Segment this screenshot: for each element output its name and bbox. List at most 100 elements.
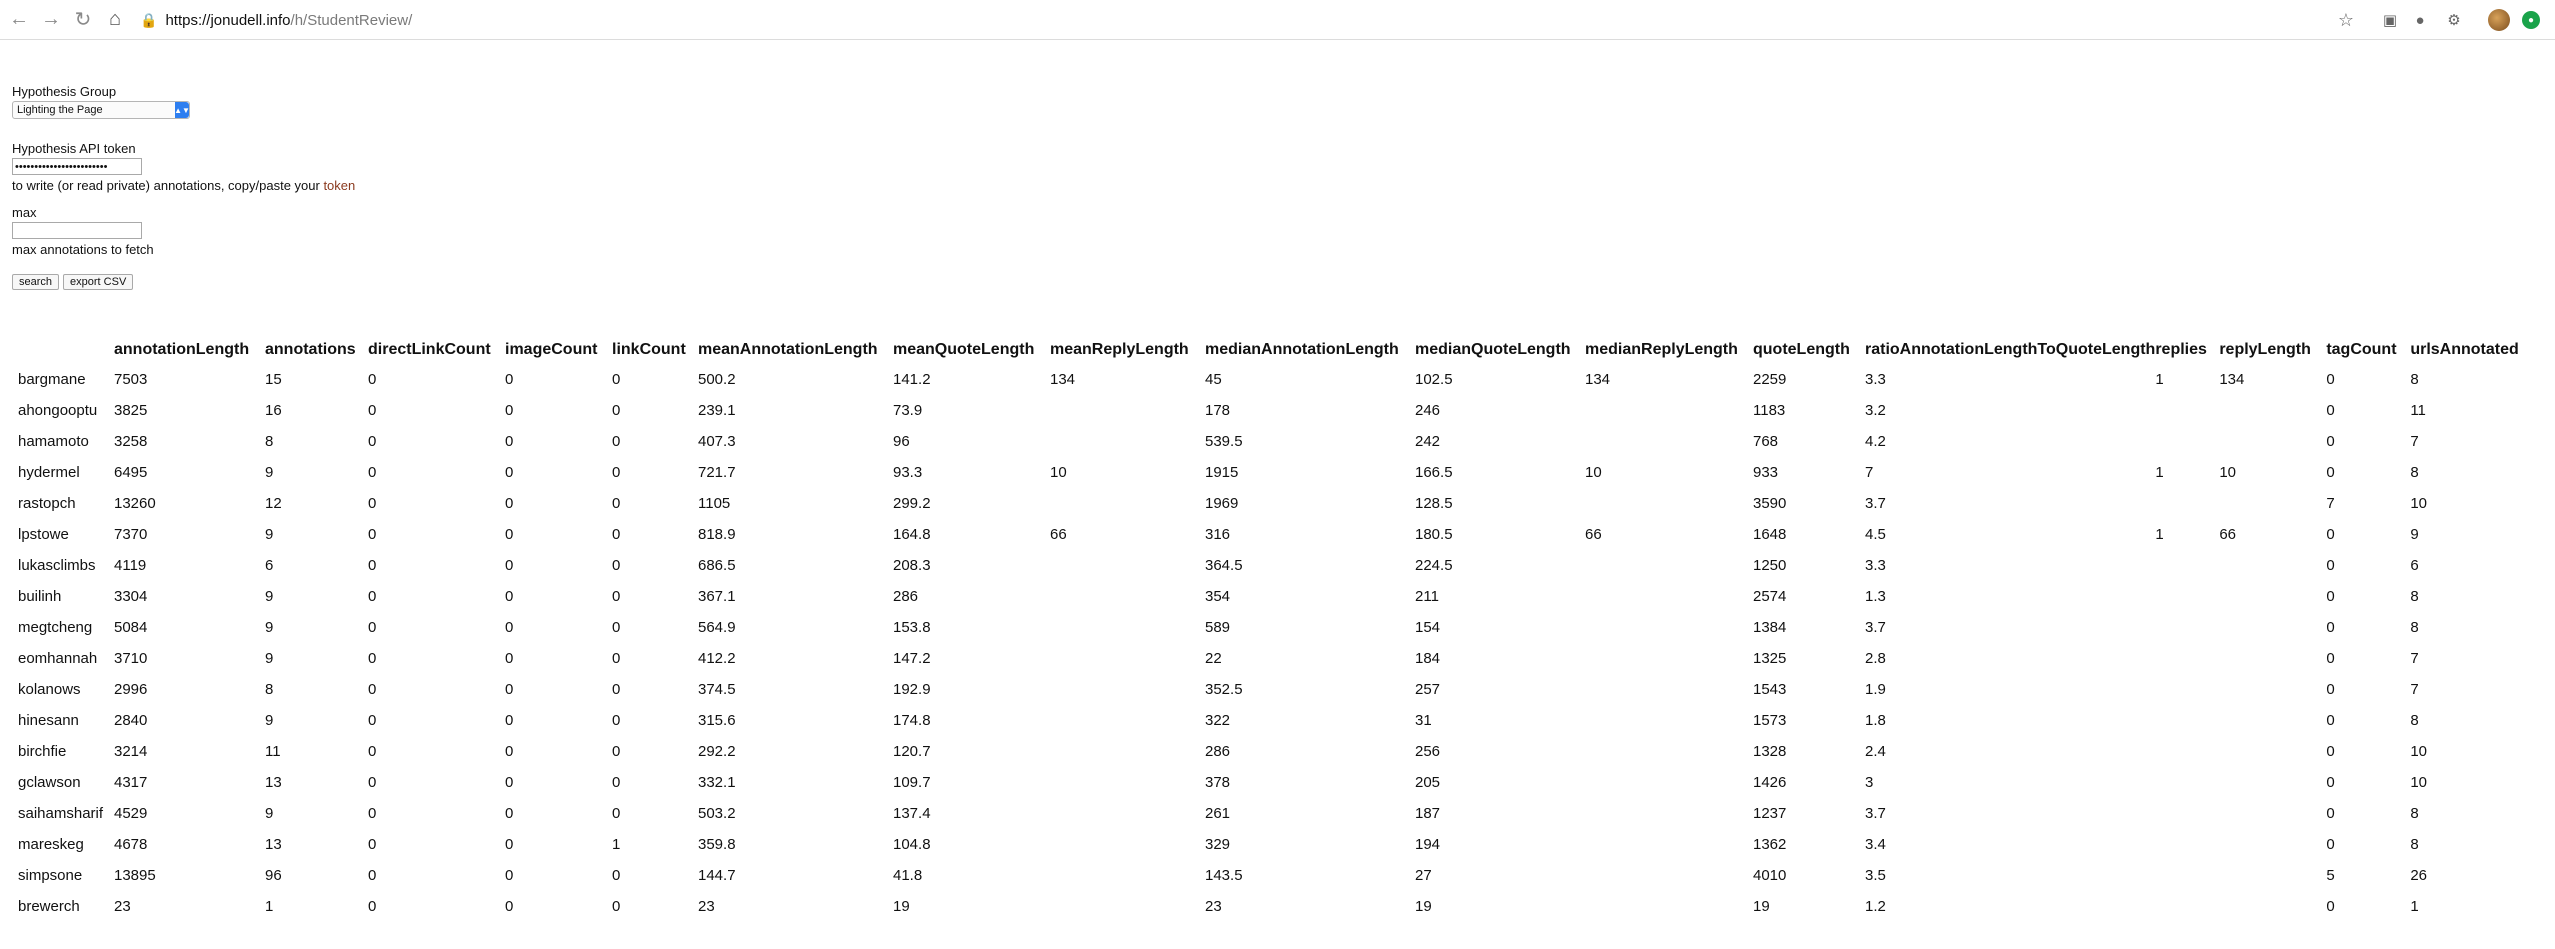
table-cell xyxy=(1585,829,1753,860)
table-cell: 2259 xyxy=(1753,371,1787,388)
table-row: hamamoto 3258 8 0 0 0 407.3 96 539.5 242 768 4.2 0 7 xyxy=(18,426,2522,457)
table-cell: 1325 xyxy=(1753,650,1787,667)
column-header: linkCount xyxy=(612,341,686,358)
table-cell xyxy=(1050,891,1205,922)
table-cell: 154 xyxy=(1415,619,1441,636)
table-cell: 0 xyxy=(2326,898,2335,915)
table-cell: 0 xyxy=(505,681,514,698)
table-cell: 768 xyxy=(1753,433,1779,450)
column-header: replies xyxy=(2155,341,2207,358)
table-cell: 10 xyxy=(2410,774,2427,791)
group-select[interactable]: Lighting the Page ▲▼ xyxy=(12,101,190,119)
table-cell: 96 xyxy=(265,867,282,884)
table-cell xyxy=(1050,705,1205,736)
table-cell: 3825 xyxy=(114,402,148,419)
extension-green-icon[interactable]: ● xyxy=(2522,11,2540,29)
table-cell xyxy=(2155,891,2219,922)
table-cell: 286 xyxy=(893,588,919,605)
table-cell: 0 xyxy=(368,681,377,698)
table-cell xyxy=(1585,767,1753,798)
table-row: megtcheng 5084 9 0 0 0 564.9 153.8 589 154 1384 3.7… xyxy=(18,612,2522,643)
table-cell xyxy=(1585,488,1753,519)
table-cell: 0 xyxy=(368,898,377,915)
table-cell: 166.5 xyxy=(1415,464,1453,481)
table-cell: 0 xyxy=(2326,712,2335,729)
table-cell xyxy=(1050,581,1205,612)
user-cell: simpsone xyxy=(18,867,83,884)
table-cell: 7 xyxy=(2326,495,2335,512)
table-row: ahongooptu 3825 16 0 0 0 239.1 73.9 178 246 1183 3.… xyxy=(18,395,2522,426)
table-cell: 316 xyxy=(1205,526,1231,543)
table-row: gclawson 4317 13 0 0 0 332.1 109.7 378 205 1426 3 0 1… xyxy=(18,767,2522,798)
table-cell xyxy=(1585,395,1753,426)
table-row: kolanows 2996 8 0 0 0 374.5 192.9 352.5 257 1543 1.… xyxy=(18,674,2522,705)
max-input[interactable] xyxy=(12,222,142,239)
table-cell xyxy=(1585,705,1753,736)
table-cell: 184 xyxy=(1415,650,1441,667)
settings-icon[interactable]: ⚙ xyxy=(2444,10,2464,30)
table-cell: 6495 xyxy=(114,464,148,481)
table-cell xyxy=(2219,643,2326,674)
table-cell xyxy=(2155,488,2219,519)
forward-icon[interactable]: → xyxy=(38,7,64,33)
table-cell: 0 xyxy=(368,805,377,822)
table-cell: 4119 xyxy=(114,557,147,574)
bookmark-star-icon[interactable]: ☆ xyxy=(2338,10,2354,31)
reload-icon[interactable]: ↻ xyxy=(70,7,96,33)
table-cell: 22 xyxy=(1205,650,1222,667)
user-cell: hamamoto xyxy=(18,433,89,450)
bulb-icon[interactable]: ● xyxy=(2410,10,2430,30)
table-cell xyxy=(2219,860,2326,891)
column-header: medianAnnotationLength xyxy=(1205,341,1399,358)
table-cell: 352.5 xyxy=(1205,681,1243,698)
table-cell: 137.4 xyxy=(893,805,931,822)
table-cell: 564.9 xyxy=(698,619,736,636)
token-link[interactable]: token xyxy=(323,178,355,193)
table-cell xyxy=(2155,550,2219,581)
table-cell: 686.5 xyxy=(698,557,736,574)
table-cell: 0 xyxy=(2326,681,2335,698)
table-cell: 0 xyxy=(505,433,514,450)
table-cell: 11 xyxy=(2410,402,2426,419)
table-cell xyxy=(2155,395,2219,426)
table-cell: 242 xyxy=(1415,433,1441,450)
table-cell: 0 xyxy=(505,402,514,419)
table-row: brewerch 23 1 0 0 0 23 19 23 19 19 1.2 0 1 xyxy=(18,891,2522,922)
table-cell: 0 xyxy=(2326,619,2335,636)
profile-avatar[interactable] xyxy=(2488,9,2510,31)
column-header: meanReplyLength xyxy=(1050,341,1189,358)
table-cell: 292.2 xyxy=(698,743,736,760)
table-row: mareskeg 4678 13 0 0 1 359.8 104.8 329 194 1362 3.4… xyxy=(18,829,2522,860)
column-header: medianReplyLength xyxy=(1585,341,1738,358)
table-cell: 19 xyxy=(1415,898,1432,915)
table-cell: 0 xyxy=(505,898,514,915)
user-cell: eomhannah xyxy=(18,650,98,667)
user-cell: rastopch xyxy=(18,495,76,512)
query-form: Hypothesis Group Lighting the Page ▲▼ Hy… xyxy=(12,84,355,290)
column-header: tagCount xyxy=(2326,341,2397,358)
table-cell: 0 xyxy=(612,433,621,450)
table-cell: 9 xyxy=(265,805,274,822)
token-input[interactable]: •••••••••••••••••••••••• xyxy=(12,158,142,175)
extension-icon[interactable]: ▣ xyxy=(2380,10,2400,30)
search-button[interactable]: search xyxy=(12,274,60,290)
table-cell: 0 xyxy=(368,557,377,574)
table-cell: 0 xyxy=(505,557,514,574)
back-icon[interactable]: ← xyxy=(6,7,32,33)
table-cell xyxy=(2155,705,2219,736)
table-cell: 208.3 xyxy=(893,557,931,574)
address-bar[interactable]: 🔒 https://jonudell.info/h/StudentReview/… xyxy=(140,7,2364,34)
table-cell: 2996 xyxy=(114,681,148,698)
home-icon[interactable]: ⌂ xyxy=(102,7,128,33)
table-cell: 8 xyxy=(265,681,274,698)
table-cell: 1543 xyxy=(1753,681,1787,698)
table-cell xyxy=(2219,705,2326,736)
table-cell: 0 xyxy=(2326,588,2335,605)
group-label: Hypothesis Group xyxy=(12,84,117,99)
export-csv-button[interactable]: export CSV xyxy=(63,274,134,290)
table-cell: 143.5 xyxy=(1205,867,1243,884)
max-label: max xyxy=(12,205,37,220)
table-cell: 15 xyxy=(265,371,282,388)
table-cell: 104.8 xyxy=(893,836,931,853)
table-cell: 0 xyxy=(368,433,377,450)
